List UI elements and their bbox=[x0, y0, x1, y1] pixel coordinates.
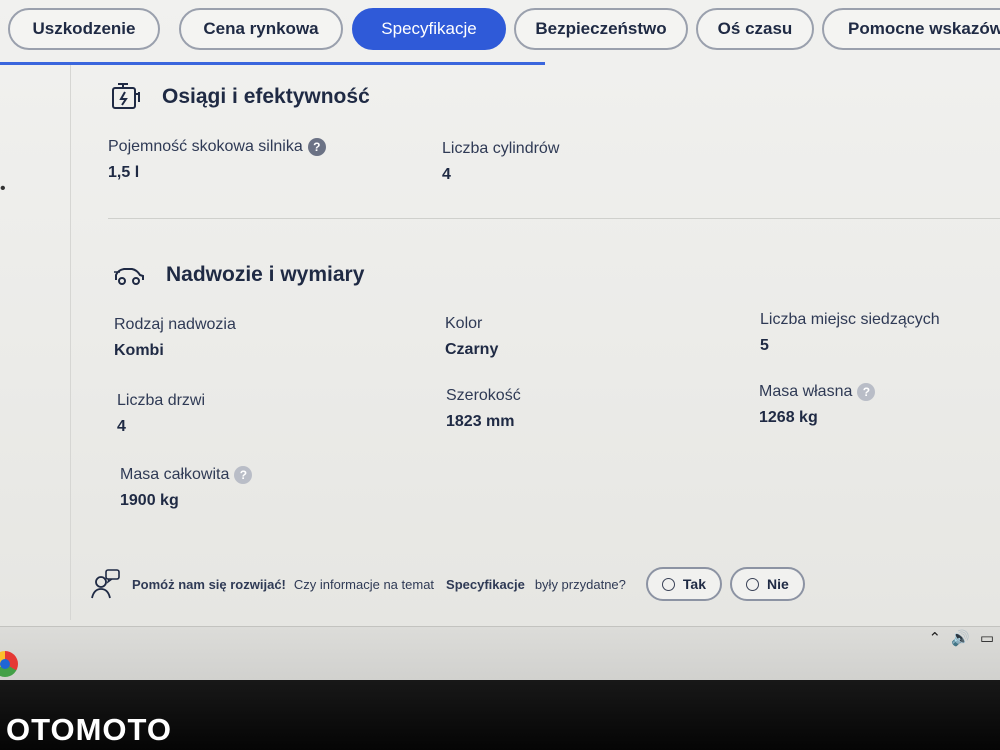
field-value: 4 bbox=[442, 166, 451, 183]
field-curb-weight: Masa własna? 1268 kg bbox=[759, 383, 876, 427]
feedback-prompt: Pomóż nam się rozwijać! bbox=[132, 576, 286, 592]
panel-border bbox=[70, 65, 71, 620]
car-icon bbox=[112, 258, 146, 292]
field-label: Liczba cylindrów bbox=[442, 140, 560, 157]
field-body-type: Rodzaj nadwozia Kombi bbox=[114, 316, 236, 360]
tab-bar: Uszkodzenie Cena rynkowa Specyfikacje Be… bbox=[0, 0, 1000, 60]
field-label: Liczba drzwi bbox=[117, 392, 206, 409]
field-value: 1823 mm bbox=[446, 413, 515, 430]
tab-bezpieczenstwo[interactable]: Bezpieczeństwo bbox=[514, 8, 688, 50]
tab-scroll-indicator bbox=[0, 62, 545, 65]
field-label: Masa własna bbox=[759, 383, 853, 400]
feedback-no-label: Nie bbox=[766, 576, 789, 592]
speaker-icon[interactable]: 🔊 bbox=[951, 629, 970, 647]
help-icon[interactable]: ? bbox=[307, 138, 326, 156]
tab-os-czasu[interactable]: Oś czasu bbox=[696, 8, 814, 50]
feedback-topic: Specyfikacje bbox=[446, 576, 525, 592]
section-title-text: Nadwozie i wymiary bbox=[166, 263, 365, 286]
section-divider bbox=[108, 218, 1000, 219]
field-value: 4 bbox=[117, 418, 126, 435]
field-value: 1268 kg bbox=[759, 409, 818, 426]
tab-uszkodzenie[interactable]: Uszkodzenie bbox=[8, 8, 160, 50]
tab-specyfikacje[interactable]: Specyfikacje bbox=[352, 8, 506, 50]
field-value: 1,5 l bbox=[108, 164, 140, 181]
battery-icon[interactable]: ▭ bbox=[980, 629, 994, 647]
feedback-question-end: były przydatne? bbox=[534, 576, 626, 592]
field-gross-weight: Masa całkowita? 1900 kg bbox=[120, 466, 253, 510]
field-label: Rodzaj nadwozia bbox=[114, 316, 236, 333]
field-label: Kolor bbox=[445, 315, 483, 332]
feedback-question-start: Czy informacje na temat bbox=[293, 576, 435, 592]
field-value: 5 bbox=[760, 337, 769, 354]
field-engine-capacity: Pojemność skokowa silnika? 1,5 l bbox=[108, 138, 326, 182]
feedback-bar: Pomóż nam się rozwijać! Czy informacje n… bbox=[90, 566, 820, 602]
feedback-no-button[interactable]: Nie bbox=[729, 567, 805, 601]
field-seats: Liczba miejsc siedzących 5 bbox=[760, 311, 940, 355]
feedback-person-icon bbox=[90, 568, 122, 600]
feedback-yes-button[interactable]: Tak bbox=[645, 567, 722, 601]
field-label: Liczba miejsc siedzących bbox=[760, 311, 940, 328]
edge-marker: • bbox=[0, 180, 6, 197]
field-label: Szerokość bbox=[446, 387, 521, 404]
chevron-up-icon[interactable]: ⌃ bbox=[929, 629, 942, 647]
system-tray: ⌃ 🔊 ▭ bbox=[929, 629, 994, 647]
field-value: Czarny bbox=[445, 341, 499, 358]
browser-screen: Uszkodzenie Cena rynkowa Specyfikacje Be… bbox=[0, 0, 1000, 680]
tab-pomocne-wskazowki[interactable]: Pomocne wskazówki p bbox=[822, 8, 1000, 50]
chrome-icon[interactable] bbox=[0, 651, 18, 677]
engine-icon bbox=[108, 80, 142, 114]
os-taskbar: ⌃ 🔊 ▭ bbox=[0, 626, 1000, 680]
field-value: Kombi bbox=[114, 342, 164, 359]
section-title-text: Osiągi i efektywność bbox=[162, 85, 370, 108]
field-color: Kolor Czarny bbox=[445, 315, 498, 359]
field-label: Pojemność skokowa silnika bbox=[108, 138, 303, 155]
feedback-yes-label: Tak bbox=[682, 576, 706, 592]
help-icon[interactable]: ? bbox=[234, 466, 253, 484]
smile-icon bbox=[745, 577, 759, 591]
help-icon[interactable]: ? bbox=[857, 383, 876, 401]
smile-icon bbox=[661, 577, 675, 591]
field-label: Masa całkowita bbox=[120, 466, 230, 483]
tab-cena-rynkowa[interactable]: Cena rynkowa bbox=[179, 8, 343, 50]
field-width: Szerokość 1823 mm bbox=[446, 387, 521, 431]
field-cylinders: Liczba cylindrów 4 bbox=[442, 140, 559, 184]
section-performance-title: Osiągi i efektywność bbox=[108, 80, 370, 114]
field-doors: Liczba drzwi 4 bbox=[117, 392, 205, 436]
watermark-logo: OTOMOTO bbox=[6, 712, 173, 747]
section-body-title: Nadwozie i wymiary bbox=[112, 258, 364, 292]
field-value: 1900 kg bbox=[120, 492, 179, 509]
